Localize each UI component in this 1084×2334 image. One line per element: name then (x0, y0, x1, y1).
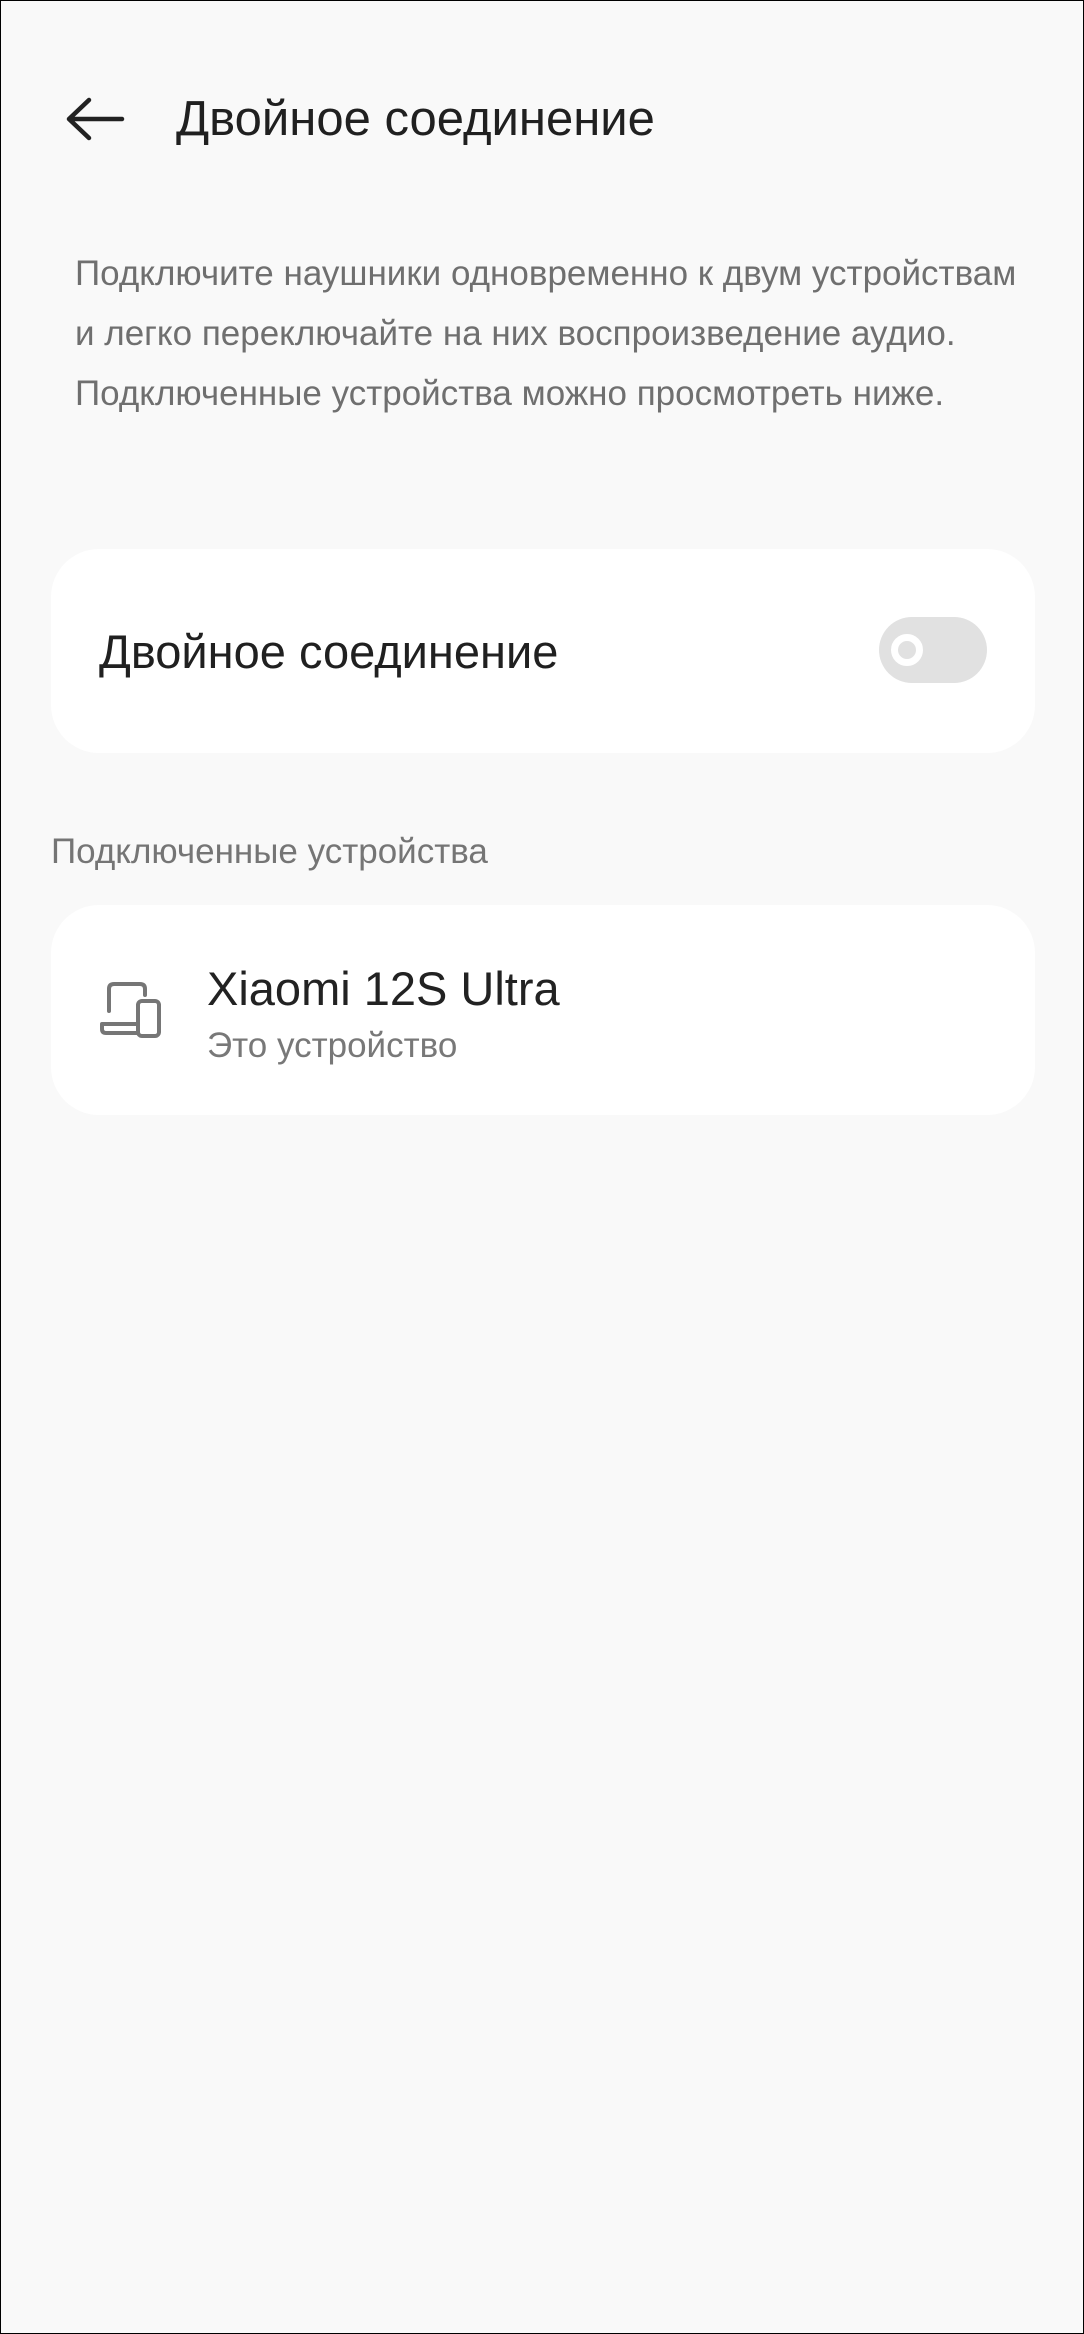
description-text: Подключите наушники одновременно к двум … (75, 254, 1017, 413)
page-title: Двойное соединение (176, 92, 655, 146)
device-subtitle: Это устройство (207, 1026, 458, 1065)
dual-connection-label: Двойное соединение (99, 625, 559, 678)
switch-knob (891, 634, 923, 666)
device-name: Xiaomi 12S Ultra (207, 962, 560, 1015)
dual-connection-row[interactable]: Двойное соединение (51, 549, 1035, 753)
section-label-connected-devices: Подключенные устройства (51, 832, 488, 871)
top-app-bar: Двойное соединение (1, 61, 1083, 181)
list-item-device[interactable]: Xiaomi 12S Ultra Это устройство (51, 905, 1035, 1115)
dual-connection-switch[interactable] (879, 617, 987, 683)
devices-icon (100, 982, 161, 1038)
screen: Двойное соединение Подключите наушники о… (0, 0, 1084, 2334)
arrow-left-icon (66, 97, 125, 141)
back-button[interactable] (55, 87, 135, 151)
